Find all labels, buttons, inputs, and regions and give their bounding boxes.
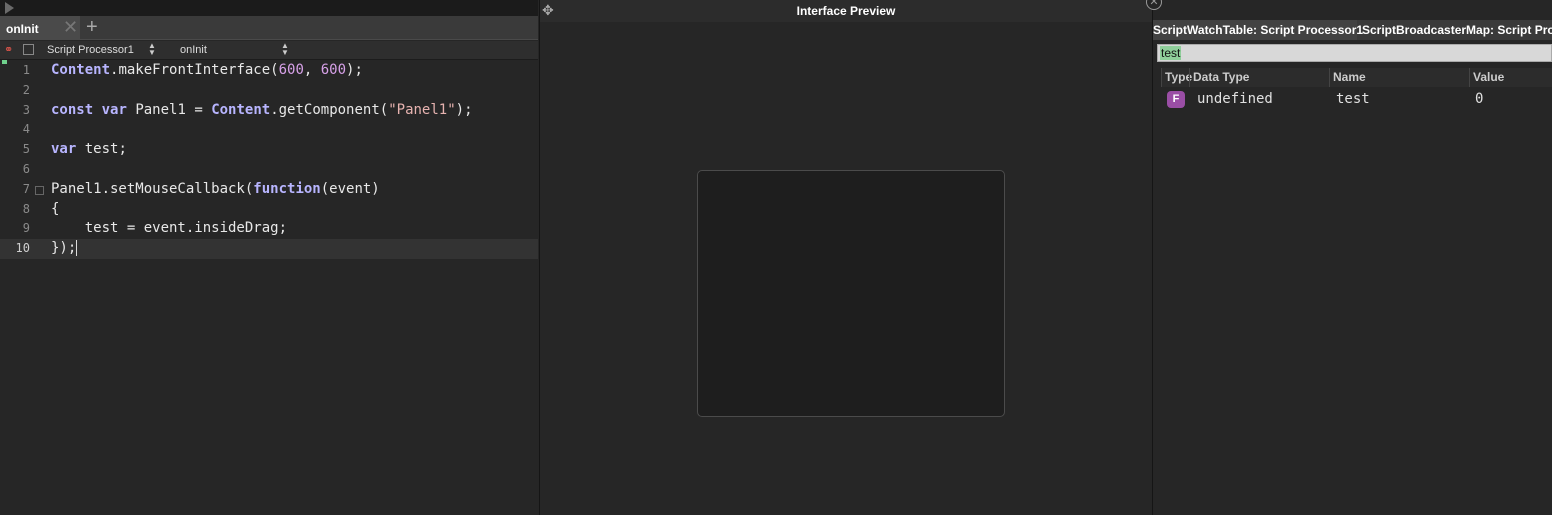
editor-tab-bar: onInit ✕ +: [0, 16, 538, 40]
line-number: 4: [22, 122, 30, 137]
code-line[interactable]: 4: [0, 120, 538, 140]
code-line[interactable]: 3 const var Panel1 = Content.getComponent…: [0, 101, 538, 121]
watch-tab-bar: ScriptWatchTable: Script Processor1 Scri…: [1153, 20, 1552, 40]
code-area[interactable]: 1 Content.makeFrontInterface(600, 600); 2 3…: [0, 61, 538, 281]
preview-title: Interface Preview: [796, 4, 896, 18]
panel1-component[interactable]: [697, 170, 1005, 417]
close-icon[interactable]: ✕: [1146, 0, 1162, 10]
tab-oninit[interactable]: onInit ✕: [0, 16, 80, 40]
link-icon[interactable]: ⚭: [4, 44, 16, 56]
line-number: 10: [15, 241, 30, 256]
function-type-badge: F: [1167, 91, 1185, 108]
code-text: var test;: [51, 141, 127, 158]
code-editor-pane: onInit ✕ + ⚭ Script Processor1 ▲ ▼ onInit…: [0, 0, 538, 515]
select-arrows-icon: ▲ ▼: [148, 41, 156, 57]
tab-label: onInit: [6, 22, 39, 36]
line-number: 5: [22, 142, 30, 157]
code-line[interactable]: 10});: [0, 239, 538, 259]
select-arrows-icon: ▲ ▼: [281, 41, 289, 57]
code-text: Panel1.setMouseCallback(function(event): [51, 180, 380, 197]
watch-table-header: Type Data Type Name Value: [1161, 68, 1552, 87]
code-line[interactable]: 5 var test;: [0, 140, 538, 160]
line-number: 6: [22, 161, 30, 176]
tab-script-watch-table[interactable]: ScriptWatchTable: Script Processor1: [1153, 20, 1363, 40]
code-line[interactable]: 2: [0, 81, 538, 101]
line-number: 1: [22, 63, 30, 77]
code-text: const var Panel1 = Content.getComponent(…: [51, 101, 473, 118]
editor-top-strip: [0, 0, 538, 16]
watch-search-input[interactable]: test: [1157, 44, 1552, 62]
line-number: 8: [22, 201, 30, 216]
play-icon[interactable]: [5, 2, 14, 14]
code-text: test = event.insideDrag;: [51, 220, 288, 237]
code-line[interactable]: 8{: [0, 200, 538, 220]
callback-select[interactable]: onInit ▲ ▼: [180, 41, 290, 57]
code-line[interactable]: 1 Content.makeFrontInterface(600, 600);: [0, 61, 538, 81]
search-value: test: [1160, 46, 1182, 60]
code-line[interactable]: 9 test = event.insideDrag;: [0, 219, 538, 239]
line-number: 7: [22, 181, 30, 196]
add-tab-button[interactable]: +: [86, 15, 98, 39]
cell-value: 0: [1475, 91, 1484, 107]
fold-toggle-icon[interactable]: [35, 185, 44, 195]
watch-table-pane: ScriptWatchTable: Script Processor1 Scri…: [1146, 0, 1552, 515]
interface-preview-pane: ✥ Interface Preview: [539, 0, 1153, 515]
processor-select-value: Script Processor1: [47, 44, 134, 56]
popout-icon[interactable]: [23, 44, 34, 55]
tab-script-broadcaster-map[interactable]: ScriptBroadcasterMap: Script Processor1: [1362, 23, 1552, 37]
table-row[interactable]: F undefined test 0: [1161, 89, 1552, 111]
column-data-type[interactable]: Data Type: [1189, 68, 1329, 87]
preview-header: ✥ Interface Preview: [540, 0, 1152, 22]
editor-toolbar: ⚭ Script Processor1 ▲ ▼ onInit ▲ ▼: [0, 41, 538, 60]
line-number: 9: [22, 221, 30, 236]
column-type[interactable]: Type: [1161, 68, 1192, 87]
cell-data-type: undefined: [1197, 91, 1273, 107]
line-number: 3: [22, 102, 30, 117]
cell-name: test: [1336, 91, 1370, 107]
code-text: Content.makeFrontInterface(600, 600);: [51, 62, 363, 78]
column-name[interactable]: Name: [1329, 68, 1469, 87]
code-line[interactable]: 6: [0, 160, 538, 180]
code-text: {: [51, 200, 60, 217]
callback-select-value: onInit: [180, 44, 207, 56]
code-text: });: [51, 240, 78, 257]
code-line[interactable]: 7 Panel1.setMouseCallback(function(event): [0, 180, 538, 200]
column-value[interactable]: Value: [1469, 68, 1552, 87]
processor-select[interactable]: Script Processor1 ▲ ▼: [47, 41, 157, 57]
close-tab-icon[interactable]: ✕: [63, 17, 78, 37]
line-number: 2: [22, 82, 30, 97]
